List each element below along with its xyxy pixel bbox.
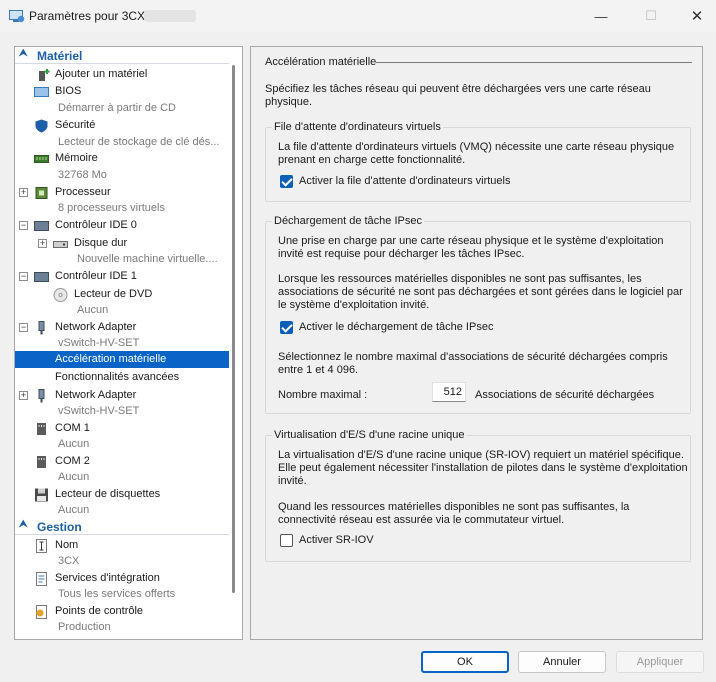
tree-item-advanced-features[interactable]: Fonctionnalités avancées	[15, 369, 229, 386]
ipsec-description-1: Une prise en charge par une carte réseau…	[278, 235, 664, 260]
expand-plus-icon[interactable]: +	[19, 391, 28, 400]
ipsec-select-description: Sélectionnez le nombre maximal d'associa…	[278, 351, 668, 376]
settings-tree: ⮝ Matériel Ajouter un matériel BIOS Déma…	[14, 46, 243, 640]
ipsec-checkbox[interactable]	[280, 321, 293, 334]
ide-controller-icon	[34, 221, 49, 231]
hyperv-settings-icon	[9, 10, 25, 23]
tree-item-processor[interactable]: + Processeur	[15, 184, 229, 201]
com-port-icon	[37, 456, 46, 468]
dvd-icon	[53, 288, 68, 302]
processor-icon	[35, 187, 48, 199]
tree-item-bios[interactable]: BIOS	[15, 83, 229, 100]
hard-disk-icon	[53, 241, 68, 248]
vmq-checkbox-label[interactable]: Activer la file d'attente d'ordinateurs …	[299, 175, 510, 188]
sriov-group: Virtualisation d'E/S d'une racine unique…	[265, 429, 691, 562]
network-adapter-icon	[38, 321, 45, 335]
tree-item-dvd-drive[interactable]: Lecteur de DVD	[15, 286, 229, 303]
tree-item-network-adapter-2-detail: vSwitch-HV-SET	[58, 405, 140, 417]
collapse-chevron-icon: ⮝	[19, 48, 28, 59]
tree-item-ide-controller-1[interactable]: − Contrôleur IDE 1	[15, 268, 229, 285]
section-management[interactable]: ⮝ Gestion	[15, 519, 229, 535]
tree-item-network-adapter-1-detail: vSwitch-HV-SET	[58, 337, 140, 349]
tree-item-bios-detail: Démarrer à partir de CD	[58, 102, 176, 114]
sriov-description-2: Quand les ressources matérielles disponi…	[278, 501, 630, 526]
section-hardware[interactable]: ⮝ Matériel	[15, 48, 229, 64]
ide-controller-icon	[34, 272, 49, 282]
network-adapter-icon	[38, 389, 45, 403]
tree-item-integration-services-detail: Tous les services offerts	[58, 588, 176, 600]
max-associations-suffix: Associations de sécurité déchargées	[475, 389, 655, 401]
ipsec-description-2: Lorsque les ressources matérielles dispo…	[278, 273, 683, 311]
vmq-group-title: File d'attente d'ordinateurs virtuels	[272, 121, 443, 133]
tree-item-integration-services[interactable]: Services d'intégration	[15, 570, 229, 587]
close-button[interactable]: ✕	[674, 0, 716, 32]
tree-item-memory-detail: 32768 Mo	[58, 169, 107, 181]
tree-item-hard-disk[interactable]: + Disque dur	[15, 235, 229, 252]
tree-item-network-adapter-2[interactable]: + Network Adapter	[15, 387, 229, 404]
cancel-button[interactable]: Annuler	[518, 651, 606, 673]
title-divider	[376, 62, 692, 63]
panel-intro: Spécifiez les tâches réseau qui peuvent …	[265, 83, 651, 108]
apply-button[interactable]: Appliquer	[616, 651, 704, 673]
maximize-button[interactable]: ☐	[628, 0, 674, 32]
panel-title: Accélération matérielle	[265, 56, 377, 68]
collapse-minus-icon[interactable]: −	[19, 272, 28, 281]
expand-plus-icon[interactable]: +	[38, 239, 47, 248]
vmq-description: La file d'attente d'ordinateurs virtuels…	[278, 141, 675, 166]
checkpoint-icon	[36, 605, 47, 619]
expand-plus-icon[interactable]: +	[19, 188, 28, 197]
tree-item-memory[interactable]: Mémoire	[15, 150, 229, 167]
collapse-chevron-icon: ⮝	[19, 519, 28, 530]
ok-button[interactable]: OK	[421, 651, 509, 673]
max-associations-input[interactable]: 512	[432, 382, 466, 402]
sriov-description-1: La virtualisation d'E/S d'une racine uni…	[278, 449, 688, 487]
tree-item-checkpoints-detail: Production	[58, 621, 111, 633]
bios-icon	[34, 87, 49, 97]
memory-icon	[34, 155, 49, 163]
sriov-group-title: Virtualisation d'E/S d'une racine unique	[272, 429, 467, 441]
tree-item-com2[interactable]: COM 2	[15, 453, 229, 470]
details-panel: Accélération matérielle Spécifiez les tâ…	[250, 46, 703, 640]
collapse-minus-icon[interactable]: −	[19, 221, 28, 230]
tree-item-security-detail: Lecteur de stockage de clé dés...	[58, 136, 220, 148]
add-hardware-icon	[39, 69, 50, 81]
collapse-minus-icon[interactable]: −	[19, 323, 28, 332]
name-icon	[36, 539, 47, 553]
sriov-checkbox[interactable]	[280, 534, 293, 547]
tree-item-dvd-drive-detail: Aucun	[77, 304, 109, 316]
title-bar: Paramètres pour 3CX — ☐ ✕	[0, 0, 716, 32]
tree-item-com1-detail: Aucun	[58, 438, 90, 450]
minimize-button[interactable]: —	[578, 0, 624, 32]
redacted-title-part	[144, 10, 196, 22]
tree-scrollbar-thumb[interactable]	[232, 65, 235, 593]
tree-item-name-detail: 3CX	[58, 555, 80, 567]
integration-services-icon	[36, 572, 47, 586]
vmq-group: File d'attente d'ordinateurs virtuels La…	[265, 121, 691, 202]
tree-item-security[interactable]: Sécurité	[15, 117, 229, 134]
sriov-checkbox-label[interactable]: Activer SR-IOV	[299, 534, 374, 547]
tree-item-com2-detail: Aucun	[58, 471, 90, 483]
tree-item-floppy-drive-detail: Aucun	[58, 504, 90, 516]
tree-item-com1[interactable]: COM 1	[15, 420, 229, 437]
ipsec-checkbox-label[interactable]: Activer le déchargement de tâche IPsec	[299, 321, 493, 334]
max-associations-label: Nombre maximal :	[278, 389, 368, 401]
tree-item-network-adapter-1[interactable]: − Network Adapter	[15, 319, 229, 336]
tree-item-ide-controller-0[interactable]: − Contrôleur IDE 0	[15, 217, 229, 234]
tree-item-hardware-acceleration[interactable]: Accélération matérielle	[15, 351, 229, 368]
tree-item-hard-disk-detail: Nouvelle machine virtuelle....	[77, 253, 218, 265]
tree-item-checkpoints[interactable]: Points de contrôle	[15, 603, 229, 620]
ipsec-group-title: Déchargement de tâche IPsec	[272, 215, 424, 227]
com-port-icon	[37, 423, 46, 435]
floppy-icon	[35, 488, 48, 502]
tree-item-processor-detail: 8 processeurs virtuels	[58, 202, 165, 214]
ipsec-group: Déchargement de tâche IPsec Une prise en…	[265, 215, 691, 414]
tree-item-name[interactable]: Nom	[15, 537, 229, 554]
shield-icon	[35, 119, 48, 133]
tree-item-add-hardware[interactable]: Ajouter un matériel	[15, 66, 229, 83]
tree-item-floppy-drive[interactable]: Lecteur de disquettes	[15, 486, 229, 503]
vmq-checkbox[interactable]	[280, 175, 293, 188]
window-title: Paramètres pour 3CX	[29, 9, 146, 23]
